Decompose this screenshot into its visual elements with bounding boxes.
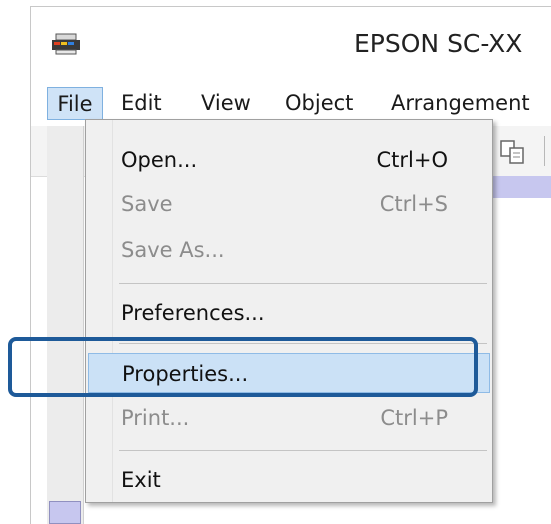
menu-item-shortcut: Ctrl+O	[376, 148, 449, 172]
side-panel-tab[interactable]	[49, 501, 81, 524]
menu-separator	[119, 450, 487, 451]
menu-item-label: Save As...	[121, 238, 225, 262]
menu-edit[interactable]: Edit	[121, 87, 162, 120]
menu-item-label: Save	[121, 192, 173, 216]
menu-item-label: Exit	[121, 468, 161, 492]
app-window: EPSON SC-XX File Edit View Object Arrang…	[30, 6, 551, 524]
menu-item-print[interactable]: Print... Ctrl+P	[88, 398, 490, 438]
menu-item-label: Properties...	[122, 362, 249, 386]
menu-item-label: Print...	[121, 406, 190, 430]
printer-app-icon	[52, 33, 80, 55]
menu-item-open[interactable]: Open... Ctrl+O	[88, 140, 490, 180]
copy-icon[interactable]	[499, 139, 527, 165]
menu-separator	[119, 343, 487, 344]
menu-item-save[interactable]: Save Ctrl+S	[88, 184, 490, 224]
menu-item-properties[interactable]: Properties...	[88, 353, 490, 393]
menu-item-save-as[interactable]: Save As...	[88, 230, 490, 270]
title-bar: EPSON SC-XX	[31, 7, 551, 81]
menu-item-shortcut: Ctrl+P	[380, 406, 448, 430]
menu-arrangement[interactable]: Arrangement	[391, 87, 530, 120]
menu-item-shortcut: Ctrl+S	[379, 192, 448, 216]
menu-separator	[119, 283, 487, 284]
menu-item-exit[interactable]: Exit	[88, 460, 490, 500]
file-menu-dropdown: Open... Ctrl+O Save Ctrl+S Save As... Pr…	[85, 119, 493, 503]
window-title: EPSON SC-XX	[354, 29, 523, 58]
toolbar-separator	[544, 136, 545, 166]
menu-view[interactable]: View	[201, 87, 251, 120]
menu-item-label: Open...	[121, 148, 198, 172]
menu-item-label: Preferences...	[121, 301, 265, 325]
menu-file[interactable]: File	[47, 87, 103, 120]
menu-item-preferences[interactable]: Preferences...	[88, 293, 490, 333]
side-panel	[47, 126, 84, 524]
menu-object[interactable]: Object	[285, 87, 353, 120]
